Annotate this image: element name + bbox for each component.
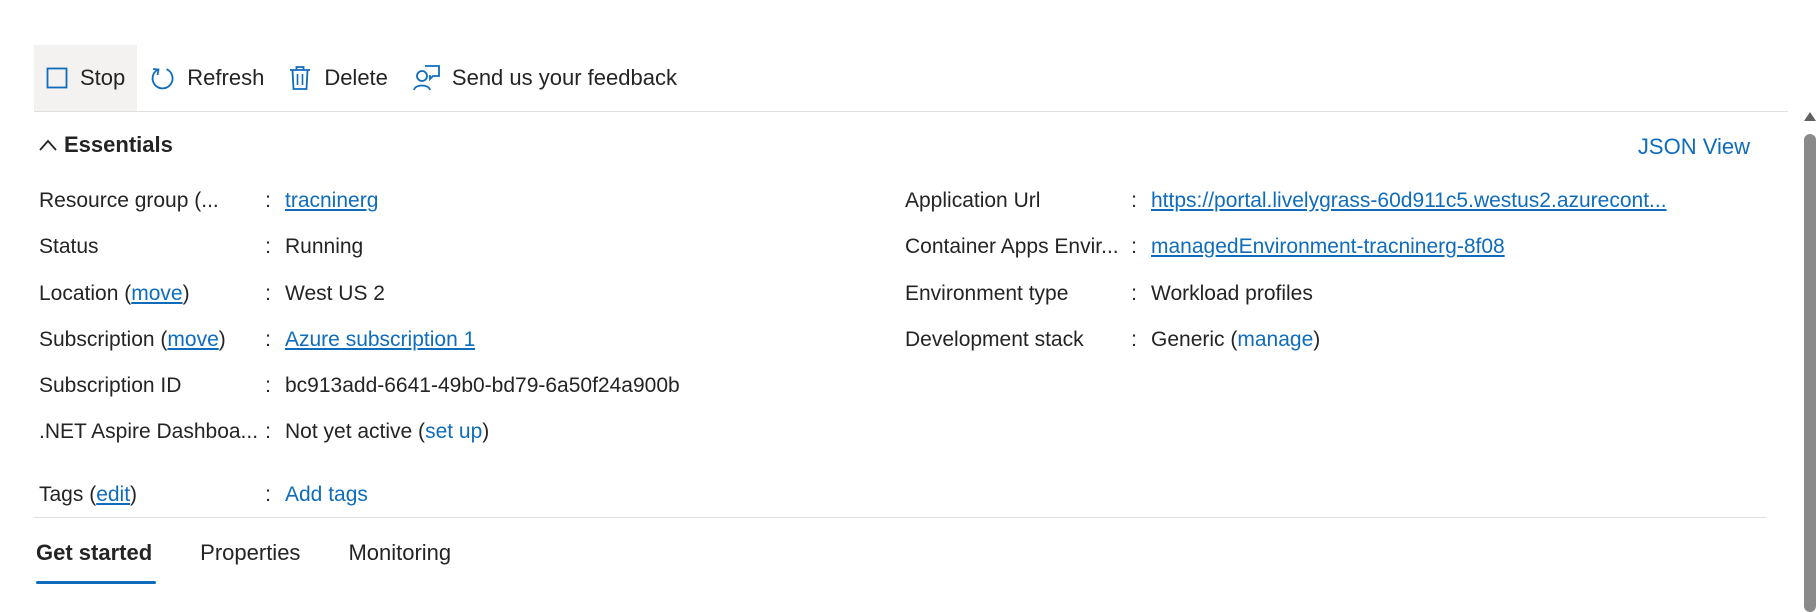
aspire-dashboard-label: .NET Aspire Dashboa... [39,420,259,443]
feedback-button[interactable]: Send us your feedback [400,45,689,111]
aspire-value-suffix: ) [482,420,490,443]
application-url-label: Application Url [905,189,1041,212]
subscription-label: Subscription (move) [39,328,261,352]
separator: : [265,483,271,506]
section-divider [34,517,1766,518]
refresh-label: Refresh [187,65,265,90]
development-stack-label: Development stack [905,328,1084,351]
separator: : [265,328,271,351]
environment-type-row: Environment type : Workload profiles [905,279,1313,309]
location-label-suffix: ) [182,282,190,305]
separator: : [265,420,271,443]
page: Stop Refresh Delete Send us your feedbac… [0,0,1820,612]
separator: : [265,282,271,305]
environment-type-value: Workload profiles [1151,282,1313,305]
stop-label: Stop [80,65,126,90]
refresh-icon [149,65,175,91]
subscription-label-suffix: ) [218,328,226,351]
location-row: Location (move) : West US 2 [39,279,385,309]
separator: : [265,189,271,212]
subscription-id-label: Subscription ID [39,374,182,397]
scroll-thumb[interactable] [1804,134,1816,612]
location-label: Location (move) [39,282,261,306]
feedback-label: Send us your feedback [451,65,677,90]
resource-group-link[interactable]: tracninerg [285,189,378,213]
tags-label: Tags (edit) [39,483,261,507]
resource-group-label: Resource group (... [39,189,219,212]
tags-edit-link[interactable]: edit [96,483,130,506]
subscription-row: Subscription (move) : Azure subscription… [39,325,475,355]
feedback-icon [412,64,440,92]
location-value: West US 2 [285,282,385,305]
application-url-link[interactable]: https://portal.livelygrass-60d911c5.west… [1151,189,1667,213]
status-row: Status : Running [39,232,363,262]
separator: : [1131,189,1137,212]
separator: : [1131,235,1137,258]
dev-stack-prefix: Generic ( [1151,328,1238,351]
subscription-label-prefix: Subscription ( [39,328,168,351]
resource-group-row: Resource group (... : tracninerg [39,186,378,216]
tab-get-started[interactable]: Get started [36,522,157,584]
command-bar: Stop Refresh Delete Send us your feedbac… [34,45,1788,112]
stop-icon [46,67,68,89]
tab-properties[interactable]: Properties [200,522,300,582]
container-env-row: Container Apps Envir... : managedEnviron… [905,232,1505,262]
container-env-link[interactable]: managedEnvironment-tracninerg-8f08 [1151,235,1505,259]
chevron-up-icon [38,138,58,152]
separator: : [265,374,271,397]
tab-monitoring[interactable]: Monitoring [348,522,451,582]
essentials-toggle[interactable]: Essentials [38,132,173,158]
location-label-prefix: Location ( [39,282,132,305]
trash-icon [288,65,312,91]
dev-stack-suffix: ) [1313,328,1321,351]
subscription-id-value: bc913add-6641-49b0-bd79-6a50f24a900b [285,374,680,397]
development-stack-value: Generic (manage) [1151,328,1320,352]
environment-type-label: Environment type [905,282,1069,305]
aspire-value-prefix: Not yet active ( [285,420,426,443]
tags-label-prefix: Tags ( [39,483,97,506]
delete-label: Delete [324,65,388,90]
separator: : [1131,328,1137,351]
stop-button[interactable]: Stop [34,45,138,111]
separator: : [1131,282,1137,305]
subscription-move-link[interactable]: move [167,328,218,351]
location-move-link[interactable]: move [131,282,182,305]
aspire-setup-link[interactable]: set up [425,420,482,443]
refresh-button[interactable]: Refresh [137,45,276,111]
json-view-link[interactable]: JSON View [1638,134,1750,160]
tags-row: Tags (edit) : Add tags [39,480,368,510]
add-tags-link[interactable]: Add tags [285,483,368,507]
delete-button[interactable]: Delete [276,45,400,111]
essentials-title: Essentials [64,132,173,157]
aspire-dashboard-row: .NET Aspire Dashboa... : Not yet active … [39,417,489,447]
development-stack-row: Development stack : Generic (manage) [905,325,1320,355]
tab-bar: Get started Properties Monitoring [36,522,499,584]
status-label: Status [39,235,99,258]
separator: : [265,235,271,258]
container-env-label: Container Apps Envir... [905,235,1119,258]
aspire-dashboard-value: Not yet active (set up) [285,420,489,444]
tags-label-suffix: ) [130,483,138,506]
vertical-scrollbar[interactable] [1800,108,1820,612]
subscription-link[interactable]: Azure subscription 1 [285,328,475,352]
dev-stack-manage-link[interactable]: manage [1237,328,1313,351]
scroll-up-arrow-icon[interactable] [1804,112,1816,121]
subscription-id-row: Subscription ID : bc913add-6641-49b0-bd7… [39,371,680,401]
application-url-row: Application Url : https://portal.livelyg… [905,186,1667,216]
status-value: Running [285,235,364,258]
